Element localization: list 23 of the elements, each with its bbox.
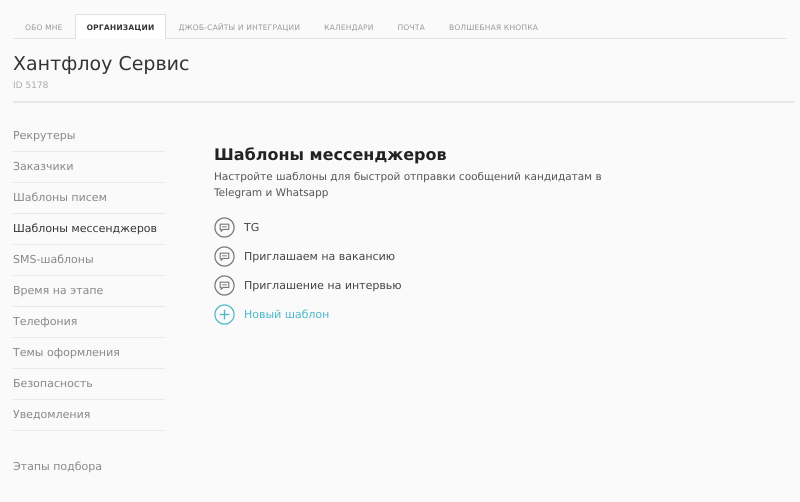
chat-bubble-icon — [214, 217, 235, 238]
sidebar-item[interactable]: Заказчики — [13, 152, 165, 183]
sidebar-item[interactable]: Темы оформления — [13, 338, 165, 369]
template-item[interactable]: Приглашение на интервью — [214, 275, 614, 296]
sidebar-item[interactable]: Шаблоны писем — [13, 183, 165, 214]
section-description: Настройте шаблоны для быстрой отправки сообщений кандидатам в Telegram и Whatsapp — [214, 170, 603, 201]
plus-icon — [214, 304, 235, 325]
new-template-link[interactable]: Новый шаблон — [214, 304, 614, 325]
chat-bubble-icon — [214, 246, 235, 267]
sidebar-item[interactable]: SMS-шаблоны — [13, 245, 165, 276]
template-item[interactable]: TG — [214, 217, 614, 238]
sidebar-item[interactable]: Шаблоны мессенджеров — [13, 214, 165, 245]
chat-bubble-icon — [214, 275, 235, 296]
sidebar-item[interactable]: Безопасность — [13, 369, 165, 400]
organization-name: Хантфлоу Сервис — [13, 53, 190, 75]
sidebar-item[interactable]: Рекрутеры — [13, 121, 165, 152]
sidebar-item[interactable]: Этапы подбора — [13, 460, 165, 473]
sidebar-item[interactable]: Время на этапе — [13, 276, 165, 307]
sidebar-item[interactable]: Телефония — [13, 307, 165, 338]
section-title: Шаблоны мессенджеров — [214, 145, 448, 164]
organization-id: ID 5178 — [13, 81, 50, 91]
sidebar-item[interactable]: Уведомления — [13, 400, 165, 431]
template-item[interactable]: Приглашаем на вакансию — [214, 246, 614, 267]
